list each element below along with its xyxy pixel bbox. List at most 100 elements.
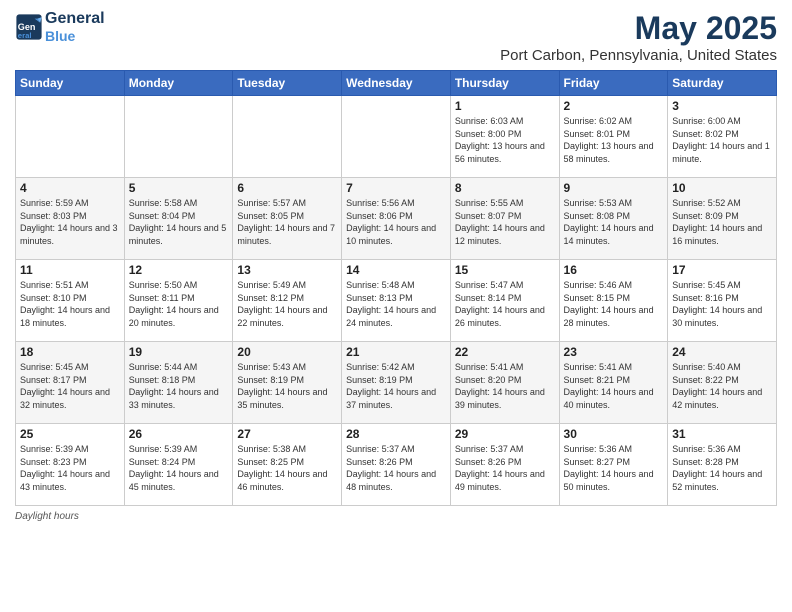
- calendar-cell: 3 Sunrise: 6:00 AM Sunset: 8:02 PM Daylig…: [668, 96, 777, 178]
- week-row-2: 4Sunrise: 5:59 AM Sunset: 8:03 PM Daylig…: [16, 178, 777, 260]
- day-info: Sunrise: 5:48 AM Sunset: 8:13 PM Dayligh…: [346, 279, 446, 329]
- svg-text:eral: eral: [18, 31, 32, 40]
- day-info: Sunrise: 5:42 AM Sunset: 8:19 PM Dayligh…: [346, 361, 446, 411]
- footer: Daylight hours: [15, 511, 777, 522]
- day-info: Sunrise: 5:46 AM Sunset: 8:15 PM Dayligh…: [564, 279, 664, 329]
- day-number: 30: [564, 427, 664, 441]
- calendar-cell: 4Sunrise: 5:59 AM Sunset: 8:03 PM Daylig…: [16, 178, 125, 260]
- logo: Gen eral General Blue: [15, 10, 105, 44]
- day-number: 1: [455, 99, 555, 113]
- col-header-sunday: Sunday: [16, 71, 125, 96]
- day-number: 19: [129, 345, 229, 359]
- day-info: Sunrise: 5:51 AM Sunset: 8:10 PM Dayligh…: [20, 279, 120, 329]
- day-info: Sunrise: 5:45 AM Sunset: 8:17 PM Dayligh…: [20, 361, 120, 411]
- col-header-saturday: Saturday: [668, 71, 777, 96]
- calendar-cell: 17Sunrise: 5:45 AM Sunset: 8:16 PM Dayli…: [668, 260, 777, 342]
- calendar-cell: 19 Sunrise: 5:44 AM Sunset: 8:18 PM Dayli…: [124, 342, 233, 424]
- day-info: Sunrise: 5:37 AM Sunset: 8:26 PM Dayligh…: [455, 443, 555, 493]
- day-info: Sunrise: 5:38 AM Sunset: 8:25 PM Dayligh…: [237, 443, 337, 493]
- col-header-tuesday: Tuesday: [233, 71, 342, 96]
- day-number: 4: [20, 181, 120, 195]
- day-number: 9: [564, 181, 664, 195]
- day-number: 28: [346, 427, 446, 441]
- calendar-cell: 29 Sunrise: 5:37 AM Sunset: 8:26 PM Dayli…: [450, 424, 559, 506]
- day-info: Sunrise: 6:03 AM Sunset: 8:00 PM Dayligh…: [455, 115, 555, 165]
- calendar-cell: 26Sunrise: 5:39 AM Sunset: 8:24 PM Dayli…: [124, 424, 233, 506]
- calendar-table: SundayMondayTuesdayWednesdayThursdayFrid…: [15, 70, 777, 506]
- calendar-cell: 24 Sunrise: 5:40 AM Sunset: 8:22 PM Dayli…: [668, 342, 777, 424]
- day-info: Sunrise: 5:36 AM Sunset: 8:27 PM Dayligh…: [564, 443, 664, 493]
- day-info: Sunrise: 5:44 AM Sunset: 8:18 PM Dayligh…: [129, 361, 229, 411]
- footer-label: Daylight hours: [15, 511, 79, 522]
- day-info: Sunrise: 5:40 AM Sunset: 8:22 PM Dayligh…: [672, 361, 772, 411]
- day-info: Sunrise: 5:47 AM Sunset: 8:14 PM Dayligh…: [455, 279, 555, 329]
- day-info: Sunrise: 5:39 AM Sunset: 8:24 PM Dayligh…: [129, 443, 229, 493]
- day-number: 31: [672, 427, 772, 441]
- svg-text:Gen: Gen: [18, 22, 36, 32]
- col-header-monday: Monday: [124, 71, 233, 96]
- calendar-cell: 8Sunrise: 5:55 AM Sunset: 8:07 PM Daylig…: [450, 178, 559, 260]
- logo-icon: Gen eral: [15, 13, 43, 41]
- logo-text: General Blue: [45, 10, 105, 44]
- day-info: Sunrise: 5:56 AM Sunset: 8:06 PM Dayligh…: [346, 197, 446, 247]
- calendar-cell: 12 Sunrise: 5:50 AM Sunset: 8:11 PM Dayli…: [124, 260, 233, 342]
- day-info: Sunrise: 5:36 AM Sunset: 8:28 PM Dayligh…: [672, 443, 772, 493]
- day-number: 27: [237, 427, 337, 441]
- week-row-3: 11Sunrise: 5:51 AM Sunset: 8:10 PM Dayli…: [16, 260, 777, 342]
- day-number: 13: [237, 263, 337, 277]
- calendar-cell: [16, 96, 125, 178]
- title-block: May 2025 Port Carbon, Pennsylvania, Unit…: [500, 10, 777, 64]
- header: Gen eral General Blue May 2025 Port Carb…: [15, 10, 777, 64]
- week-row-4: 18 Sunrise: 5:45 AM Sunset: 8:17 PM Dayli…: [16, 342, 777, 424]
- calendar-cell: 2 Sunrise: 6:02 AM Sunset: 8:01 PM Daylig…: [559, 96, 668, 178]
- calendar-cell: 6Sunrise: 5:57 AM Sunset: 8:05 PM Daylig…: [233, 178, 342, 260]
- calendar-cell: 25 Sunrise: 5:39 AM Sunset: 8:23 PM Dayli…: [16, 424, 125, 506]
- day-info: Sunrise: 5:52 AM Sunset: 8:09 PM Dayligh…: [672, 197, 772, 247]
- day-number: 15: [455, 263, 555, 277]
- calendar-cell: [233, 96, 342, 178]
- day-info: Sunrise: 5:57 AM Sunset: 8:05 PM Dayligh…: [237, 197, 337, 247]
- day-number: 20: [237, 345, 337, 359]
- calendar-cell: 1 Sunrise: 6:03 AM Sunset: 8:00 PM Daylig…: [450, 96, 559, 178]
- day-number: 17: [672, 263, 772, 277]
- calendar-cell: 31 Sunrise: 5:36 AM Sunset: 8:28 PM Dayli…: [668, 424, 777, 506]
- day-number: 12: [129, 263, 229, 277]
- day-info: Sunrise: 5:50 AM Sunset: 8:11 PM Dayligh…: [129, 279, 229, 329]
- calendar-cell: [124, 96, 233, 178]
- day-number: 25: [20, 427, 120, 441]
- day-info: Sunrise: 5:41 AM Sunset: 8:20 PM Dayligh…: [455, 361, 555, 411]
- day-number: 7: [346, 181, 446, 195]
- day-number: 10: [672, 181, 772, 195]
- calendar-cell: 7 Sunrise: 5:56 AM Sunset: 8:06 PM Daylig…: [342, 178, 451, 260]
- col-header-wednesday: Wednesday: [342, 71, 451, 96]
- calendar-cell: 23 Sunrise: 5:41 AM Sunset: 8:21 PM Dayli…: [559, 342, 668, 424]
- day-number: 14: [346, 263, 446, 277]
- day-info: Sunrise: 6:02 AM Sunset: 8:01 PM Dayligh…: [564, 115, 664, 165]
- col-header-thursday: Thursday: [450, 71, 559, 96]
- col-header-friday: Friday: [559, 71, 668, 96]
- calendar-cell: 27 Sunrise: 5:38 AM Sunset: 8:25 PM Dayli…: [233, 424, 342, 506]
- calendar-cell: 18 Sunrise: 5:45 AM Sunset: 8:17 PM Dayli…: [16, 342, 125, 424]
- day-number: 18: [20, 345, 120, 359]
- day-number: 24: [672, 345, 772, 359]
- calendar-cell: 21Sunrise: 5:42 AM Sunset: 8:19 PM Dayli…: [342, 342, 451, 424]
- week-row-1: 1 Sunrise: 6:03 AM Sunset: 8:00 PM Daylig…: [16, 96, 777, 178]
- page: Gen eral General Blue May 2025 Port Carb…: [0, 0, 792, 612]
- day-number: 2: [564, 99, 664, 113]
- calendar-cell: 10 Sunrise: 5:52 AM Sunset: 8:09 PM Dayli…: [668, 178, 777, 260]
- month-title: May 2025: [500, 10, 777, 47]
- day-info: Sunrise: 5:49 AM Sunset: 8:12 PM Dayligh…: [237, 279, 337, 329]
- day-info: Sunrise: 5:37 AM Sunset: 8:26 PM Dayligh…: [346, 443, 446, 493]
- day-info: Sunrise: 5:41 AM Sunset: 8:21 PM Dayligh…: [564, 361, 664, 411]
- day-info: Sunrise: 5:39 AM Sunset: 8:23 PM Dayligh…: [20, 443, 120, 493]
- calendar-cell: 16Sunrise: 5:46 AM Sunset: 8:15 PM Dayli…: [559, 260, 668, 342]
- day-number: 29: [455, 427, 555, 441]
- calendar-cell: 11Sunrise: 5:51 AM Sunset: 8:10 PM Dayli…: [16, 260, 125, 342]
- calendar-cell: 9 Sunrise: 5:53 AM Sunset: 8:08 PM Daylig…: [559, 178, 668, 260]
- day-info: Sunrise: 6:00 AM Sunset: 8:02 PM Dayligh…: [672, 115, 772, 165]
- day-info: Sunrise: 5:55 AM Sunset: 8:07 PM Dayligh…: [455, 197, 555, 247]
- day-number: 23: [564, 345, 664, 359]
- day-info: Sunrise: 5:53 AM Sunset: 8:08 PM Dayligh…: [564, 197, 664, 247]
- day-number: 3: [672, 99, 772, 113]
- calendar-cell: 28 Sunrise: 5:37 AM Sunset: 8:26 PM Dayli…: [342, 424, 451, 506]
